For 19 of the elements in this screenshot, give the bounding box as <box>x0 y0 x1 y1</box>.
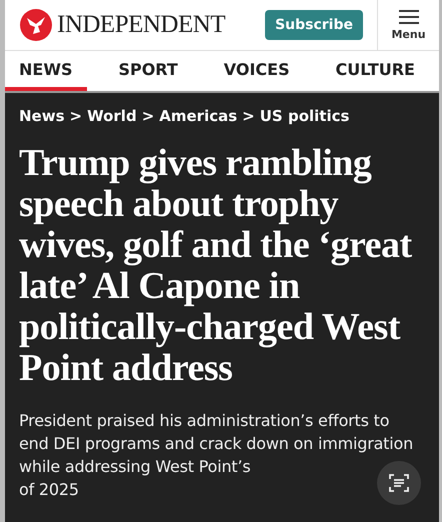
menu-button[interactable]: Menu <box>377 0 439 50</box>
section-tab[interactable]: SPORT <box>104 51 192 91</box>
section-tab[interactable]: CULTURE <box>322 51 429 91</box>
section-tab[interactable]: VOICES <box>210 51 304 91</box>
breadcrumb-link[interactable]: Americas <box>159 107 238 125</box>
breadcrumb-separator: > <box>142 107 154 125</box>
text-scan-icon <box>387 471 411 495</box>
eagle-logo-icon <box>19 8 53 42</box>
text-scan-button[interactable] <box>377 461 421 505</box>
menu-icon <box>398 10 418 24</box>
article-headline: Trump gives rambling speech about trophy wives, golf and the ‘great late’ Al Capone in politically-charged West Point address <box>19 143 413 389</box>
breadcrumb-separator: > <box>70 107 82 125</box>
article-summary: of 2025 <box>19 479 79 501</box>
breadcrumb-link[interactable]: World <box>87 107 137 125</box>
subscribe-button[interactable]: Subscribe <box>265 10 363 40</box>
breadcrumb-link[interactable]: News <box>19 107 65 125</box>
breadcrumb-link[interactable]: US politics <box>260 107 350 125</box>
breadcrumb-separator: > <box>242 107 255 125</box>
logo-wordmark: INDEPENDENT <box>57 11 226 39</box>
